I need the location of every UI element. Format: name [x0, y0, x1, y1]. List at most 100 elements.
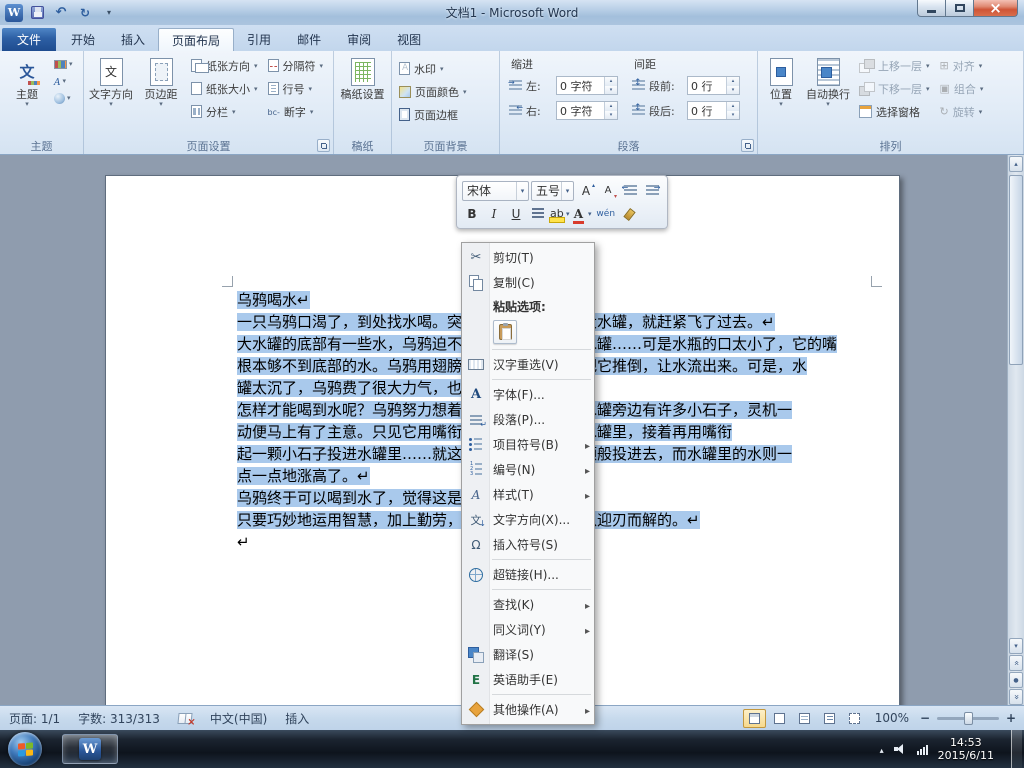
view-draft-button[interactable] — [843, 709, 866, 728]
increase-indent-button[interactable] — [642, 181, 662, 201]
align-button[interactable]: 对齐 — [938, 55, 986, 76]
menu-item-ime-reconvert[interactable]: 汉字重选(V) — [462, 352, 594, 377]
orientation-button[interactable]: 纸张方向 — [189, 55, 260, 76]
center-align-button[interactable] — [528, 204, 548, 224]
stepper-up-icon[interactable] — [727, 102, 739, 111]
status-language[interactable]: 中文(中国) — [201, 706, 276, 730]
customize-qat-button[interactable] — [99, 3, 119, 23]
status-insert-mode[interactable]: 插入 — [276, 706, 318, 730]
spacing-before-input[interactable]: 0 行 — [687, 76, 740, 95]
grow-font-button[interactable]: A — [576, 181, 596, 201]
shrink-font-button[interactable]: A — [598, 181, 618, 201]
taskbar-word-button[interactable]: W — [62, 734, 118, 764]
tab-mailings[interactable]: 邮件 — [284, 28, 334, 51]
indent-left-input[interactable]: 0 字符 — [556, 76, 618, 95]
bring-forward-button[interactable]: 上移一层 — [857, 55, 932, 76]
stepper-down-icon[interactable] — [727, 85, 739, 94]
genko-settings-button[interactable]: 稿纸设置 — [338, 54, 388, 137]
tab-insert[interactable]: 插入 — [108, 28, 158, 51]
paragraph-dialog-launcher[interactable] — [741, 139, 754, 152]
font-size-combo[interactable]: 五号 — [531, 180, 574, 201]
menu-item-translate[interactable]: 翻译(S) — [462, 642, 594, 667]
line-numbers-button[interactable]: 行号 — [266, 78, 326, 99]
stepper-up-icon[interactable] — [727, 77, 739, 86]
page-setup-dialog-launcher[interactable] — [317, 139, 330, 152]
undo-button[interactable] — [51, 3, 71, 23]
menu-item-synonyms[interactable]: 同义词(Y) — [462, 617, 594, 642]
spacing-after-input[interactable]: 0 行 — [687, 101, 740, 120]
view-outline-button[interactable] — [818, 709, 841, 728]
text-direction-button[interactable]: 文字方向 — [86, 54, 136, 137]
zoom-level[interactable]: 100% — [868, 711, 916, 725]
font-name-combo[interactable]: 宋体 — [462, 180, 530, 201]
group-button[interactable]: 组合 — [938, 78, 986, 99]
scrollbar-thumb[interactable] — [1009, 175, 1023, 365]
paste-option-button[interactable] — [493, 320, 517, 344]
menu-item-font[interactable]: 字体(F)... — [462, 382, 594, 407]
menu-item-text-direction[interactable]: 文字方向(X)... — [462, 507, 594, 532]
page-borders-button[interactable]: 页面边框 — [397, 104, 469, 125]
view-print-layout-button[interactable] — [742, 708, 766, 728]
columns-button[interactable]: 分栏 — [189, 101, 260, 122]
menu-item-insert-symbol[interactable]: 插入符号(S) — [462, 532, 594, 557]
show-desktop-button[interactable] — [1011, 730, 1022, 768]
indent-right-input[interactable]: 0 字符 — [556, 101, 618, 120]
next-page-button[interactable] — [1009, 689, 1023, 705]
send-backward-button[interactable]: 下移一层 — [857, 78, 932, 99]
indent-right-stepper[interactable] — [604, 102, 617, 119]
view-web-layout-button[interactable] — [793, 709, 816, 728]
selection-pane-button[interactable]: 选择窗格 — [857, 101, 932, 122]
view-fullscreen-reading-button[interactable] — [768, 709, 791, 728]
menu-item-find[interactable]: 查找(K) — [462, 592, 594, 617]
stepper-down-icon[interactable] — [727, 110, 739, 119]
underline-button[interactable]: U — [506, 204, 526, 224]
tab-home[interactable]: 开始 — [58, 28, 108, 51]
vertical-scrollbar[interactable] — [1007, 155, 1024, 705]
select-browse-object-button[interactable] — [1009, 672, 1023, 688]
network-icon[interactable] — [916, 744, 928, 755]
tab-references[interactable]: 引用 — [234, 28, 284, 51]
tab-review[interactable]: 审阅 — [334, 28, 384, 51]
stepper-down-icon[interactable] — [605, 110, 617, 119]
zoom-out-button[interactable] — [918, 711, 932, 725]
page-color-button[interactable]: 页面颜色 — [397, 81, 469, 102]
maximize-button[interactable] — [945, 0, 974, 17]
status-word-count[interactable]: 字数: 313/313 — [69, 706, 169, 730]
rotate-button[interactable]: 旋转 — [938, 101, 986, 122]
word-app-icon[interactable]: W — [5, 3, 23, 22]
menu-item-english-assistant[interactable]: 英语助手(E) — [462, 667, 594, 692]
taskbar-clock[interactable]: 14:53 2015/6/11 — [938, 736, 996, 762]
bold-button[interactable]: B — [462, 204, 482, 224]
theme-effects-button[interactable] — [54, 91, 73, 105]
previous-page-button[interactable] — [1009, 655, 1023, 671]
stepper-down-icon[interactable] — [605, 85, 617, 94]
tab-file[interactable]: 文件 — [2, 28, 56, 51]
tab-page-layout[interactable]: 页面布局 — [158, 28, 235, 51]
themes-button[interactable]: 主题 — [2, 54, 52, 137]
status-proofing[interactable] — [169, 706, 201, 730]
zoom-slider[interactable] — [937, 711, 999, 725]
format-painter-button[interactable] — [618, 204, 638, 224]
highlight-button[interactable]: ab — [549, 204, 572, 224]
decrease-indent-button[interactable] — [620, 181, 640, 201]
menu-item-bullets[interactable]: 项目符号(B) — [462, 432, 594, 457]
scrollbar-track[interactable] — [1009, 173, 1023, 636]
indent-left-stepper[interactable] — [604, 77, 617, 94]
zoom-slider-thumb[interactable] — [964, 711, 973, 725]
menu-item-styles[interactable]: 样式(T) — [462, 482, 594, 507]
phonetic-guide-button[interactable]: wén — [596, 204, 616, 224]
close-button[interactable] — [973, 0, 1018, 17]
watermark-button[interactable]: 水印 — [397, 58, 469, 79]
margins-button[interactable]: 页边距 — [136, 54, 186, 137]
position-button[interactable]: 位置 — [760, 54, 802, 137]
menu-item-additional-actions[interactable]: 其他操作(A) — [462, 697, 594, 722]
menu-item-numbering[interactable]: 编号(N) — [462, 457, 594, 482]
spacing-before-stepper[interactable] — [726, 77, 739, 94]
scroll-down-button[interactable] — [1009, 638, 1023, 654]
theme-fonts-button[interactable] — [54, 74, 73, 88]
menu-item-cut[interactable]: 剪切(T) — [462, 245, 594, 270]
menu-item-copy[interactable]: 复制(C) — [462, 270, 594, 295]
start-button[interactable] — [8, 732, 42, 766]
breaks-button[interactable]: 分隔符 — [266, 55, 326, 76]
minimize-button[interactable] — [917, 0, 946, 17]
